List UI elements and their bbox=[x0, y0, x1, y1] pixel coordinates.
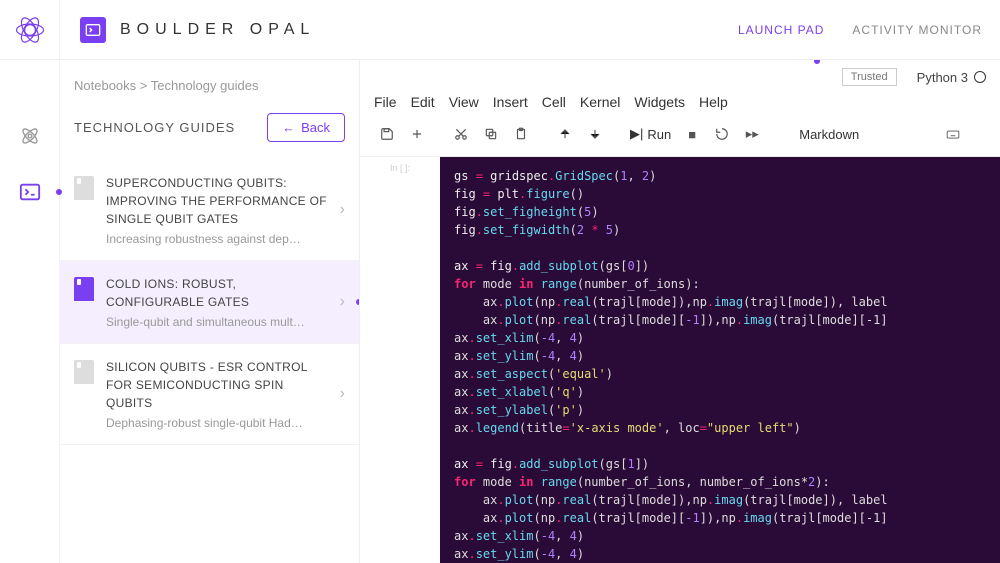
in-prompt: In [ ]: bbox=[390, 163, 410, 173]
app-logo-icon bbox=[80, 17, 106, 43]
crumb-current: Technology guides bbox=[151, 78, 259, 93]
nav-activity-monitor[interactable]: ACTIVITY MONITOR bbox=[852, 23, 982, 37]
run-icon: ▶| bbox=[630, 126, 643, 142]
guide-title: SILICON QUBITS - ESR CONTROL FOR SEMICON… bbox=[106, 358, 328, 412]
menu-file[interactable]: File bbox=[374, 94, 397, 110]
fast-forward-icon[interactable]: ▸▸ bbox=[739, 122, 765, 146]
trusted-badge[interactable]: Trusted bbox=[842, 68, 897, 86]
move-down-icon[interactable] bbox=[582, 122, 608, 146]
nav-launch-pad[interactable]: LAUNCH PAD bbox=[738, 23, 824, 37]
notebook-icon bbox=[74, 277, 94, 301]
menu-cell[interactable]: Cell bbox=[542, 94, 566, 110]
menu-view[interactable]: View bbox=[449, 94, 479, 110]
topbar: BOULDER OPAL LAUNCH PAD ACTIVITY MONITOR bbox=[0, 0, 1000, 60]
keyboard-icon[interactable] bbox=[940, 122, 966, 146]
guide-desc: Dephasing-robust single-qubit Had… bbox=[106, 416, 328, 430]
notebook-panel: Trusted Python 3 File Edit View Insert C… bbox=[360, 60, 1000, 563]
code-area: In [ ]: gs = gridspec.GridSpec(1, 2) fig… bbox=[360, 157, 1000, 563]
notebook-icon bbox=[74, 176, 94, 200]
section-title: TECHNOLOGY GUIDES bbox=[74, 120, 235, 135]
menu-help[interactable]: Help bbox=[699, 94, 728, 110]
menu-edit[interactable]: Edit bbox=[411, 94, 435, 110]
guide-desc: Increasing robustness against dep… bbox=[106, 232, 328, 246]
menu-widgets[interactable]: Widgets bbox=[634, 94, 685, 110]
sidebar: Notebooks > Technology guides TECHNOLOGY… bbox=[60, 60, 360, 563]
run-button[interactable]: ▶|Run bbox=[626, 126, 675, 142]
stop-icon[interactable]: ■ bbox=[679, 122, 705, 146]
back-button[interactable]: ←Back bbox=[267, 113, 345, 142]
chevron-right-icon: › bbox=[340, 201, 345, 219]
guide-item[interactable]: SUPERCONDUCTING QUBITS: IMPROVING THE PE… bbox=[60, 160, 359, 261]
app-title: BOULDER OPAL bbox=[120, 21, 315, 39]
crumb-notebooks[interactable]: Notebooks bbox=[74, 78, 136, 93]
chevron-right-icon: › bbox=[340, 385, 345, 403]
guide-desc: Single-qubit and simultaneous mult… bbox=[106, 315, 328, 329]
guide-title: SUPERCONDUCTING QUBITS: IMPROVING THE PE… bbox=[106, 174, 328, 228]
menu-kernel[interactable]: Kernel bbox=[580, 94, 620, 110]
add-cell-icon[interactable] bbox=[404, 122, 430, 146]
cut-icon[interactable] bbox=[448, 122, 474, 146]
paste-icon[interactable] bbox=[508, 122, 534, 146]
kernel-indicator[interactable]: Python 3 bbox=[917, 70, 986, 85]
chevron-right-icon: › bbox=[340, 293, 345, 311]
kernel-status-icon bbox=[974, 71, 986, 83]
brand-icon[interactable] bbox=[12, 12, 48, 48]
left-rail bbox=[0, 0, 60, 563]
menu-insert[interactable]: Insert bbox=[493, 94, 528, 110]
save-icon[interactable] bbox=[374, 122, 400, 146]
cell-type-select[interactable]: Markdown bbox=[789, 125, 869, 144]
toolbar: ▶|Run ■ ▸▸ Markdown bbox=[360, 116, 1000, 157]
rail-terminal-icon[interactable] bbox=[12, 174, 48, 210]
guide-title: COLD IONS: ROBUST, CONFIGURABLE GATES bbox=[106, 275, 328, 311]
breadcrumb: Notebooks > Technology guides bbox=[60, 60, 359, 103]
code-cell[interactable]: gs = gridspec.GridSpec(1, 2) fig = plt.f… bbox=[440, 157, 1000, 563]
arrow-left-icon: ← bbox=[282, 120, 295, 135]
menu-bar: File Edit View Insert Cell Kernel Widget… bbox=[360, 86, 1000, 116]
guide-item[interactable]: SILICON QUBITS - ESR CONTROL FOR SEMICON… bbox=[60, 344, 359, 445]
move-up-icon[interactable] bbox=[552, 122, 578, 146]
copy-icon[interactable] bbox=[478, 122, 504, 146]
notebook-icon bbox=[74, 360, 94, 384]
restart-icon[interactable] bbox=[709, 122, 735, 146]
rail-atom-icon[interactable] bbox=[12, 118, 48, 154]
guide-item[interactable]: COLD IONS: ROBUST, CONFIGURABLE GATES Si… bbox=[60, 261, 359, 344]
